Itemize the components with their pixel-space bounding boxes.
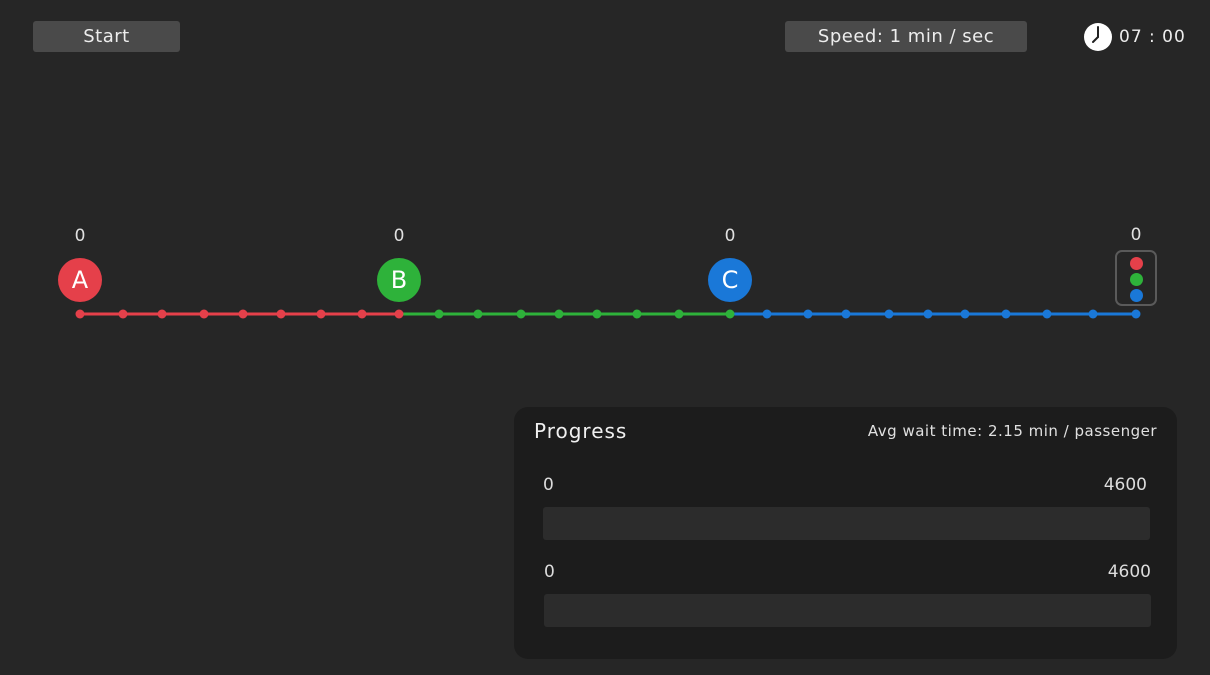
- red-light-dot: [1130, 257, 1143, 270]
- station-b-count: 0: [393, 226, 405, 246]
- progress-panel: Progress Avg wait time: 2.15 min / passe…: [514, 407, 1177, 659]
- route-stop-dot: [118, 309, 128, 319]
- route-stop-dot: [632, 309, 642, 319]
- station-a[interactable]: A: [58, 258, 102, 302]
- route-stop-dot: [316, 309, 326, 319]
- station-b[interactable]: B: [377, 258, 421, 302]
- route-stop-dot: [157, 309, 167, 319]
- route-stop-dot: [592, 309, 602, 319]
- route-stop-dot: [1088, 309, 1098, 319]
- route-stop-dot: [75, 309, 85, 319]
- route-stop-dot: [1001, 309, 1011, 319]
- green-light-dot: [1130, 273, 1143, 286]
- route-stop-dot: [434, 309, 444, 319]
- route-stop-dot: [884, 309, 894, 319]
- station-a-count: 0: [74, 226, 86, 246]
- avg-wait-time: Avg wait time: 2.15 min / passenger: [867, 422, 1157, 440]
- progress-bar-2-min: 0: [544, 562, 555, 582]
- progress-bar-2: [544, 594, 1151, 627]
- progress-bar-2-max: 4600: [1107, 562, 1151, 582]
- route-stop-dot: [762, 309, 772, 319]
- terminal-count: 0: [1130, 225, 1142, 245]
- route-stop-dot: [473, 309, 483, 319]
- route-stop-dot: [516, 309, 526, 319]
- route-stop-dot: [238, 309, 248, 319]
- blue-light-dot: [1130, 289, 1143, 302]
- station-c-count: 0: [724, 226, 736, 246]
- route-stop-dot: [841, 309, 851, 319]
- route-stop-dot: [803, 309, 813, 319]
- route-stop-dot: [554, 309, 564, 319]
- route-stop-dot: [357, 309, 367, 319]
- route-stop-dot: [1042, 309, 1052, 319]
- route-stop-dot: [923, 309, 933, 319]
- route-stop-dot: [725, 309, 735, 319]
- progress-bar-1-min: 0: [543, 475, 554, 495]
- route-stop-dot: [1131, 309, 1141, 319]
- progress-bar-1-max: 4600: [1103, 475, 1147, 495]
- station-c[interactable]: C: [708, 258, 752, 302]
- route-stop-dot: [199, 309, 209, 319]
- route-stop-dot: [674, 309, 684, 319]
- traffic-light-icon[interactable]: [1115, 250, 1157, 306]
- progress-title: Progress: [534, 419, 628, 443]
- route-stop-dot: [960, 309, 970, 319]
- route-stop-dot: [394, 309, 404, 319]
- route-stop-dot: [276, 309, 286, 319]
- progress-bar-1: [543, 507, 1150, 540]
